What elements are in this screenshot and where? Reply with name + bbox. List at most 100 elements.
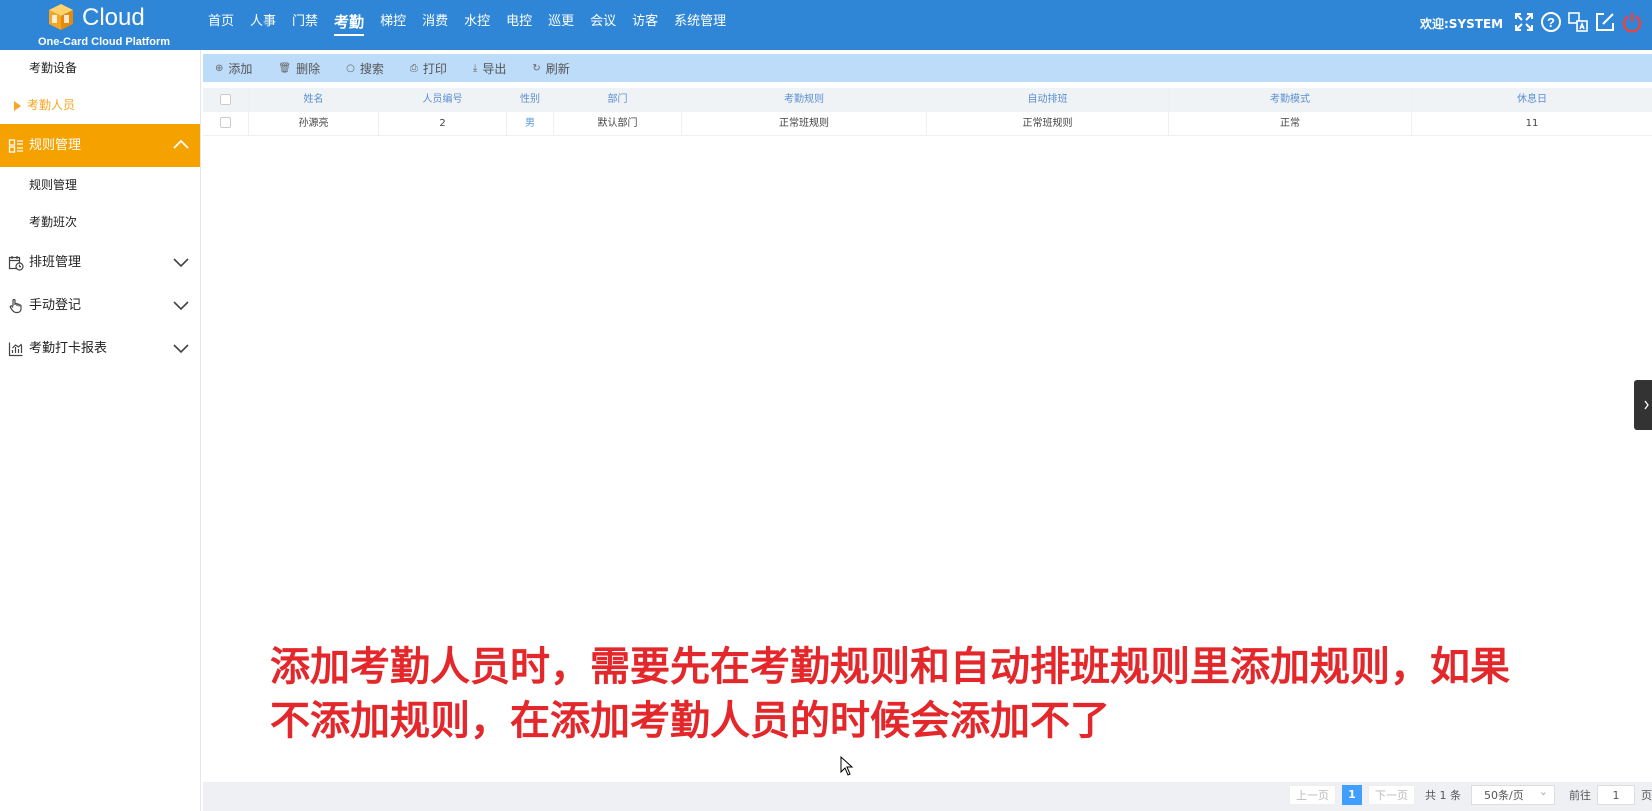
caption-line-1: 添加考勤人员时，需要先在考勤规则和自动排班规则里添加规则，如果	[270, 644, 1510, 690]
sidebar-item-label: 考勤人员	[27, 98, 76, 112]
svg-text:?: ?	[1547, 15, 1555, 30]
cell-attendance-rule: 正常班规则	[682, 111, 927, 136]
side-panel-toggle[interactable]	[1634, 380, 1652, 430]
sidebar-item-label: 考勤班次	[29, 215, 78, 229]
cell-name: 孙源亮	[249, 111, 379, 136]
cell-attendance-mode: 正常	[1169, 111, 1412, 136]
hand-pointer-icon	[9, 298, 22, 313]
nav-system[interactable]: 系统管理	[666, 0, 734, 50]
fullscreen-icon[interactable]	[1512, 10, 1536, 34]
select-all-cell	[203, 88, 249, 112]
language-icon[interactable]	[1566, 10, 1590, 34]
refresh-icon: ↻	[532, 62, 541, 74]
sidebar-item-attendance-shift[interactable]: 考勤班次	[0, 204, 200, 241]
column-header[interactable]: 人员编号	[379, 88, 507, 112]
top-bar: Cloud One-Card Cloud Platform 首页 人事 门禁 考…	[0, 0, 1652, 50]
sidebar-group-manual[interactable]: 手动登记	[0, 284, 200, 327]
mouse-cursor-icon	[840, 756, 854, 776]
sidebar-group-rules[interactable]: 规则管理	[0, 124, 200, 167]
column-header[interactable]: 性别	[507, 88, 554, 112]
refresh-button[interactable]: ↻ 刷新	[532, 60, 569, 77]
goto-page-input[interactable]: 1	[1597, 785, 1635, 805]
nav-home[interactable]: 首页	[200, 0, 242, 50]
nav-access[interactable]: 门禁	[284, 0, 326, 50]
search-icon: ○	[346, 62, 355, 74]
video-caption: 添加考勤人员时，需要先在考勤规则和自动排班规则里添加规则，如果 不添加规则，在添…	[270, 640, 1560, 748]
help-icon[interactable]: ?	[1539, 10, 1563, 34]
nav-elevator[interactable]: 梯控	[372, 0, 414, 50]
column-header[interactable]: 休息日	[1412, 88, 1652, 112]
chevron-up-icon	[173, 139, 189, 149]
page-unit-label: 页	[1641, 789, 1652, 802]
column-header[interactable]: 考勤模式	[1169, 88, 1412, 112]
trash-icon: 🗑	[278, 62, 292, 74]
sidebar: 考勤设备 考勤人员 规则管理 规则管理 考勤班次 排班管理 手动登记 考勤打卡报…	[0, 50, 201, 811]
nav-consumption[interactable]: 消费	[414, 0, 456, 50]
delete-button[interactable]: 🗑 删除	[278, 60, 320, 77]
sidebar-item-label: 规则管理	[29, 178, 78, 192]
goto-label: 前往	[1569, 789, 1591, 802]
nav-water[interactable]: 水控	[456, 0, 498, 50]
chevron-down-icon	[173, 258, 189, 268]
sidebar-group-report[interactable]: 考勤打卡报表	[0, 327, 200, 370]
chevron-right-icon	[1644, 400, 1649, 410]
sidebar-group-label: 手动登记	[29, 298, 82, 313]
personnel-table: 姓名 人员编号 性别 部门 考勤规则 自动排班 考勤模式 休息日 孙源亮 2 男…	[203, 88, 1652, 136]
prev-page-button[interactable]: 上一页	[1289, 785, 1336, 805]
add-button[interactable]: ⊕ 添加	[215, 60, 252, 77]
sidebar-item-label: 考勤设备	[29, 61, 78, 75]
table-header: 姓名 人员编号 性别 部门 考勤规则 自动排班 考勤模式 休息日	[203, 88, 1652, 112]
row-checkbox[interactable]	[220, 117, 231, 128]
sidebar-group-schedule[interactable]: 排班管理	[0, 241, 200, 284]
add-label: 添加	[228, 61, 253, 76]
search-button[interactable]: ○ 搜索	[346, 60, 384, 77]
sidebar-group-label: 排班管理	[29, 255, 82, 270]
column-header[interactable]: 部门	[554, 88, 682, 112]
search-label: 搜索	[359, 61, 384, 76]
current-page[interactable]: 1	[1342, 785, 1362, 805]
sidebar-group-label: 规则管理	[29, 138, 82, 153]
caption-line-2: 不添加规则，在添加考勤人员的时候会添加不了	[270, 698, 1110, 744]
edit-icon[interactable]	[1593, 10, 1617, 34]
sidebar-item-rule-management[interactable]: 规则管理	[0, 167, 200, 204]
nav-attendance[interactable]: 考勤	[326, 0, 372, 50]
logo[interactable]: Cloud One-Card Cloud Platform	[30, 0, 170, 50]
toolbar: ⊕ 添加 🗑 删除 ○ 搜索 ⎙ 打印 ⤓ 导出 ↻ 刷新	[203, 54, 1652, 82]
column-header[interactable]: 自动排班	[927, 88, 1169, 112]
page-size-select[interactable]: 50条/页	[1471, 782, 1555, 805]
bar-chart-icon	[8, 342, 23, 356]
export-label: 导出	[482, 61, 507, 76]
sidebar-item-attendance-personnel[interactable]: 考勤人员	[0, 87, 200, 124]
total-count: 共 1 条	[1425, 789, 1461, 802]
column-header[interactable]: 考勤规则	[682, 88, 927, 112]
header-actions: ?	[1512, 10, 1644, 34]
sidebar-item-attendance-device[interactable]: 考勤设备	[0, 50, 200, 87]
table-footer: 上一页 1 下一页 共 1 条 50条/页 前往 1 页	[203, 782, 1652, 811]
table-row[interactable]: 孙源亮 2 男 默认部门 正常班规则 正常班规则 正常 11	[203, 111, 1652, 136]
nav-electric[interactable]: 电控	[498, 0, 540, 50]
welcome-text: 欢迎:SYSTEM	[1420, 17, 1504, 31]
row-select-cell	[203, 111, 249, 136]
column-header[interactable]: 姓名	[249, 88, 379, 112]
export-button[interactable]: ⤓ 导出	[473, 60, 506, 77]
nav-visitor[interactable]: 访客	[624, 0, 666, 50]
cell-department: 默认部门	[554, 111, 682, 136]
select-all-checkbox[interactable]	[220, 93, 231, 105]
nav-meeting[interactable]: 会议	[582, 0, 624, 50]
chevron-down-icon	[173, 344, 189, 354]
main-nav: 首页 人事 门禁 考勤 梯控 消费 水控 电控 巡更 会议 访客 系统管理	[200, 0, 734, 50]
power-icon[interactable]	[1620, 10, 1644, 34]
nav-patrol[interactable]: 巡更	[540, 0, 582, 50]
cell-auto-schedule: 正常班规则	[927, 111, 1169, 136]
printer-icon: ⎙	[409, 62, 418, 74]
calendar-clock-icon	[8, 255, 24, 271]
cell-rest-day: 11	[1525, 117, 1539, 129]
next-page-button[interactable]: 下一页	[1368, 785, 1415, 805]
delete-label: 删除	[296, 61, 321, 76]
cell-gender: 男	[507, 111, 554, 136]
cell-employee-id: 2	[379, 111, 507, 136]
print-button[interactable]: ⎙ 打印	[410, 60, 447, 77]
brand-subtitle: One-Card Cloud Platform	[38, 36, 171, 48]
logo-cube-icon	[49, 4, 73, 30]
nav-personnel[interactable]: 人事	[242, 0, 284, 50]
